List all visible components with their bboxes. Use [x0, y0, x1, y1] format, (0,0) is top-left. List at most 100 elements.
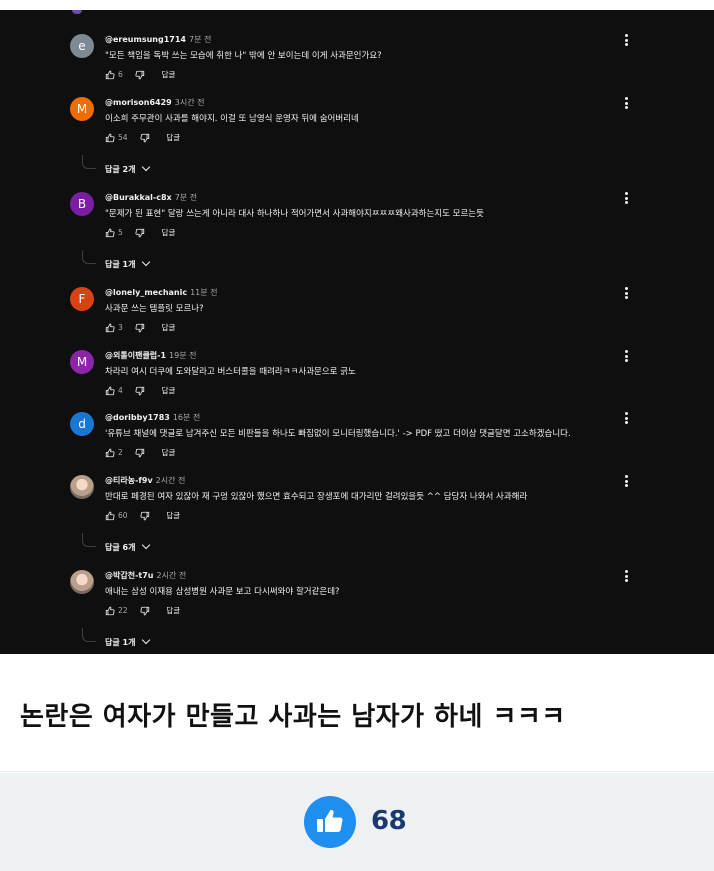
comment-text: '유튜브 채널에 댓글로 남겨주신 모든 비판들을 하나도 빠짐없이 모니터링했… [105, 429, 571, 439]
show-replies-button[interactable]: 답글 2개 [105, 162, 151, 175]
thumbs-up-icon[interactable] [105, 511, 115, 521]
comment-meta: @lonely_mechanic 11분 전 [105, 287, 218, 298]
show-replies-button[interactable]: 답글 1개 [105, 635, 151, 648]
replies-label: 답글 6개 [105, 543, 136, 552]
comment-time[interactable]: 3시간 전 [175, 98, 205, 107]
comment-actions: 2 답글 [105, 447, 175, 459]
reply-button[interactable]: 답글 [162, 447, 176, 458]
reply-button[interactable]: 답글 [166, 132, 180, 143]
more-options-icon[interactable] [620, 34, 632, 46]
comment-handle[interactable]: @ereumsung1714 [105, 35, 186, 44]
thumbs-up-icon[interactable] [105, 386, 115, 396]
more-options-icon[interactable] [620, 350, 632, 362]
comment-handle[interactable]: @lonely_mechanic [105, 288, 187, 297]
chevron-down-icon [142, 162, 151, 172]
thumbs-up-icon[interactable] [105, 70, 115, 80]
comment-time[interactable]: 7분 전 [175, 193, 197, 202]
thumbs-up-icon[interactable] [105, 228, 115, 238]
like-count: 2 [118, 448, 123, 457]
like-count: 22 [118, 606, 128, 615]
comment-time[interactable]: 16분 전 [173, 413, 200, 422]
post-caption-area: 논란은 여자가 만들고 사과는 남자가 하네 ㅋㅋㅋ [0, 654, 714, 772]
comment-handle[interactable]: @티라농-f9v [105, 476, 153, 485]
comment-handle[interactable]: @Burakkal-c8x [105, 193, 172, 202]
comment-actions: 60 답글 [105, 510, 180, 522]
more-options-icon[interactable] [620, 192, 632, 204]
comment-handle[interactable]: @morison6429 [105, 98, 172, 107]
thumbs-down-icon[interactable] [135, 448, 145, 458]
replies-label: 답글 2개 [105, 165, 136, 174]
comment-meta: @doribby1783 16분 전 [105, 412, 200, 423]
comment-text: 애내는 삼성 이재용 삼성병원 사과문 보고 다시써와야 할거같은데? [105, 587, 340, 597]
comment-meta: @morison6429 3시간 전 [105, 97, 204, 108]
more-options-icon[interactable] [620, 287, 632, 299]
reply-button[interactable]: 답글 [162, 385, 176, 396]
thumbs-down-icon[interactable] [135, 323, 145, 333]
thumbs-down-icon[interactable] [135, 228, 145, 238]
thumbs-down-icon[interactable] [135, 70, 145, 80]
avatar[interactable] [70, 475, 94, 499]
comment-actions: 5 답글 [105, 227, 175, 239]
more-options-icon[interactable] [620, 412, 632, 424]
comment-text: 차라리 여시 더쿠에 도와달라고 버스터콜을 때려라ㅋㅋ사과문으로 긁노 [105, 367, 356, 377]
thumbs-up-icon[interactable] [105, 323, 115, 333]
avatar[interactable] [70, 570, 94, 594]
like-count: 54 [118, 133, 128, 142]
comment-text: 반대로 페경된 여자 있잖아 재 구멍 있잖아 했으면 효수되고 장생포에 대가… [105, 492, 528, 502]
show-replies-button[interactable]: 답글 1개 [105, 257, 151, 270]
top-white-strip [0, 0, 714, 10]
more-options-icon[interactable] [620, 97, 632, 109]
thumbs-down-icon[interactable] [140, 133, 150, 143]
avatar[interactable]: d [70, 412, 94, 436]
comment-actions: 3 답글 [105, 322, 175, 334]
like-count: 68 [371, 806, 407, 836]
more-options-icon[interactable] [620, 475, 632, 487]
show-replies-button[interactable]: 답글 6개 [105, 540, 151, 553]
comment-time[interactable]: 11분 전 [190, 288, 217, 297]
avatar[interactable]: F [70, 287, 94, 311]
reply-button[interactable]: 답글 [162, 227, 176, 238]
like-button[interactable] [304, 796, 356, 848]
comment-time[interactable]: 2시간 전 [156, 476, 186, 485]
reply-button[interactable]: 답글 [162, 69, 176, 80]
comment-handle[interactable]: @doribby1783 [105, 413, 170, 422]
comment-handle[interactable]: @외톨이팬클럽-1 [105, 351, 166, 360]
thumbs-up-icon[interactable] [105, 448, 115, 458]
comment-meta: @티라농-f9v 2시간 전 [105, 475, 185, 486]
reply-button[interactable]: 답글 [166, 605, 180, 616]
comment-actions: 22 답글 [105, 605, 180, 617]
replies-label: 답글 1개 [105, 638, 136, 647]
thumbs-up-icon [317, 809, 343, 832]
like-count: 60 [118, 511, 128, 520]
comment-actions: 54 답글 [105, 132, 180, 144]
like-count: 3 [118, 323, 123, 332]
like-count: 5 [118, 228, 123, 237]
comment-handle[interactable]: @박갑천-t7u [105, 571, 154, 580]
thumbs-down-icon[interactable] [135, 386, 145, 396]
cropped-avatar-fragment [72, 10, 82, 14]
comment-time[interactable]: 2시간 전 [157, 571, 187, 580]
more-options-icon[interactable] [620, 570, 632, 582]
thumbs-down-icon[interactable] [140, 511, 150, 521]
comment-meta: @ereumsung1714 7분 전 [105, 34, 211, 45]
comment-actions: 4 답글 [105, 385, 175, 397]
thumbs-down-icon[interactable] [140, 606, 150, 616]
thread-connector [82, 250, 96, 264]
chevron-down-icon [142, 540, 151, 550]
thumbs-up-icon[interactable] [105, 133, 115, 143]
chevron-down-icon [142, 257, 151, 267]
reply-button[interactable]: 답글 [166, 510, 180, 521]
thread-connector [82, 628, 96, 642]
comment-time[interactable]: 19분 전 [169, 351, 196, 360]
avatar[interactable]: B [70, 192, 94, 216]
avatar[interactable]: e [70, 34, 94, 58]
like-count: 4 [118, 386, 123, 395]
comment-actions: 6 답글 [105, 69, 175, 81]
like-bar: 68 [0, 773, 714, 871]
thread-connector [82, 533, 96, 547]
avatar[interactable]: M [70, 97, 94, 121]
avatar[interactable]: M [70, 350, 94, 374]
comment-time[interactable]: 7분 전 [189, 35, 211, 44]
reply-button[interactable]: 답글 [162, 322, 176, 333]
thumbs-up-icon[interactable] [105, 606, 115, 616]
